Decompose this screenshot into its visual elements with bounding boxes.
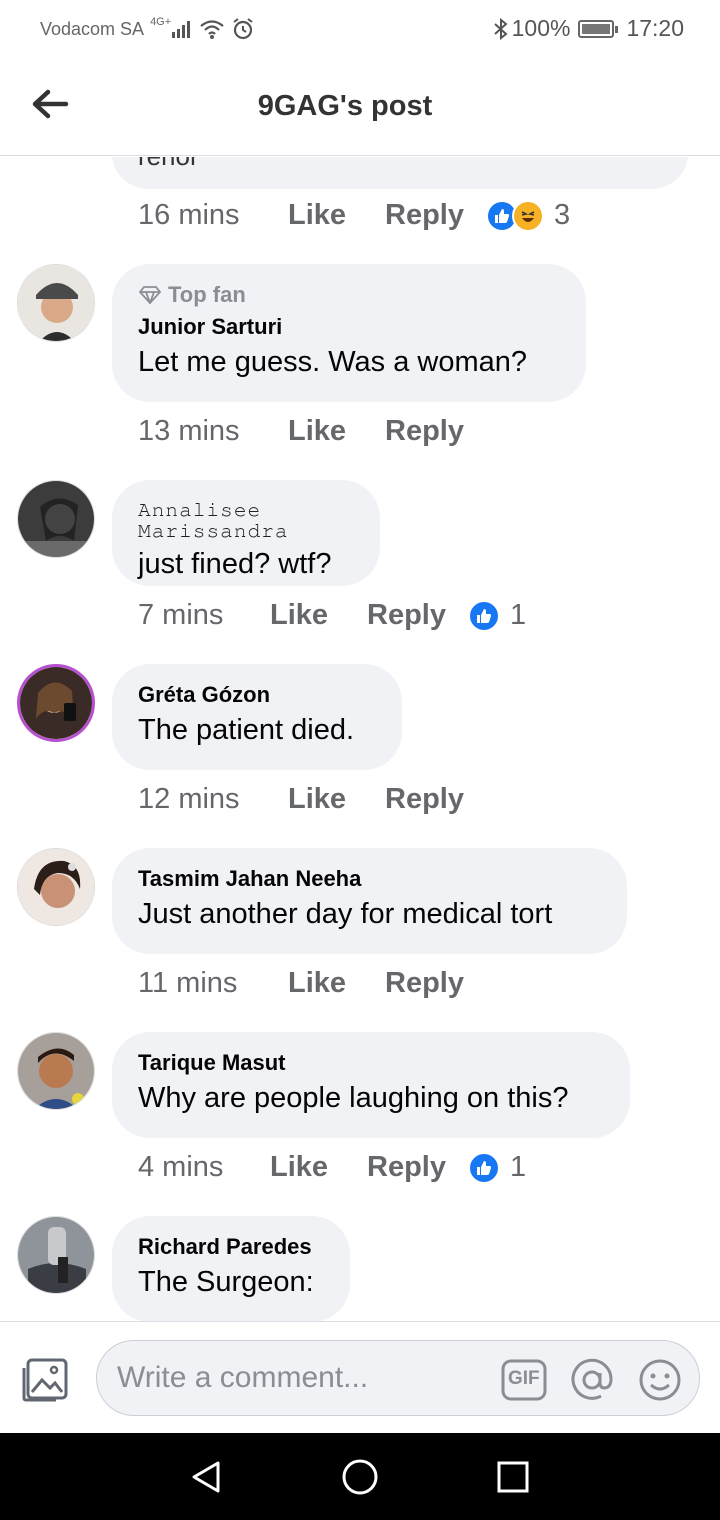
comment-time: 7 mins xyxy=(138,599,224,631)
commenter-name[interactable]: Richard Paredes xyxy=(138,1234,324,1260)
back-triangle-icon[interactable] xyxy=(186,1457,226,1497)
comment-time: 12 mins xyxy=(138,783,240,815)
comment-actions: 11 mins Like Reply xyxy=(138,967,486,1000)
comment-actions: 7 mins Like Reply 1 xyxy=(138,599,526,632)
comment-text: Let me guess. Was a woman? xyxy=(138,346,527,378)
commenter-name[interactable]: Junior Sarturi xyxy=(138,314,560,340)
avatar[interactable] xyxy=(17,1032,95,1110)
avatar[interactable] xyxy=(17,848,95,926)
mention-icon[interactable] xyxy=(569,1357,615,1403)
comment-bubble[interactable]: Tasmim Jahan Neeha Just another day for … xyxy=(112,848,627,954)
home-circle-icon[interactable] xyxy=(340,1457,380,1497)
comment-bubble[interactable]: Top fan Junior Sarturi Let me guess. Was… xyxy=(112,264,586,402)
like-reaction-icon xyxy=(467,599,500,632)
comment-time: 4 mins xyxy=(138,1151,224,1183)
comment-text: The patient died. xyxy=(138,714,355,746)
photo-icon[interactable] xyxy=(22,1356,70,1402)
like-reaction-icon xyxy=(467,1151,500,1184)
status-left: Vodacom SA 4G+ xyxy=(40,16,255,41)
comment-bubble[interactable]: 𝙰𝚗𝚗𝚊𝚕𝚒𝚜𝚎𝚎 𝙼𝚊𝚛𝚒𝚜𝚜𝚊𝚗𝚍𝚛𝚊 just fined? wtf? xyxy=(112,480,380,586)
comment-time: 16 mins xyxy=(138,199,240,231)
recents-square-icon[interactable] xyxy=(493,1457,533,1497)
like-button[interactable]: Like xyxy=(288,967,385,1000)
reaction-count: 1 xyxy=(509,599,527,631)
wifi-icon xyxy=(200,20,224,39)
comment-composer: Write a comment... GIF xyxy=(0,1321,720,1433)
badge-label: Top fan xyxy=(168,282,246,307)
comment-text: Just another day for medical tort xyxy=(138,898,553,930)
reaction-summary[interactable]: 1 xyxy=(467,599,527,632)
battery-icon xyxy=(578,19,619,38)
commenter-name[interactable]: Gréta Gózon xyxy=(138,682,376,708)
comment-placeholder: Write a comment... xyxy=(117,1361,369,1394)
clock: 17:20 xyxy=(626,15,684,41)
comment-actions: 16 mins Like Reply 3 xyxy=(138,199,570,232)
avatar[interactable] xyxy=(17,480,95,558)
avatar[interactable] xyxy=(17,264,95,342)
comment-actions: 4 mins Like Reply 1 xyxy=(138,1151,526,1184)
reply-button[interactable]: Reply xyxy=(385,967,464,1000)
reply-button[interactable]: Reply xyxy=(367,599,446,632)
comment-text: The Surgeon: xyxy=(138,1266,314,1298)
comment-time: 13 mins xyxy=(138,415,240,447)
reply-button[interactable]: Reply xyxy=(385,199,464,232)
like-button[interactable]: Like xyxy=(270,1151,367,1184)
battery-percent: 100% xyxy=(511,15,571,41)
haha-reaction-icon xyxy=(511,199,544,232)
gif-button[interactable]: GIF xyxy=(501,1357,547,1403)
reaction-summary[interactable]: 1 xyxy=(467,1151,527,1184)
comment-text: Why are people laughing on this? xyxy=(138,1082,569,1114)
carrier-name: Vodacom SA xyxy=(40,18,145,39)
alarm-icon xyxy=(233,18,253,40)
like-button[interactable]: Like xyxy=(288,783,385,816)
avatar[interactable] xyxy=(17,664,95,742)
comment-actions: 13 mins Like Reply xyxy=(138,415,486,448)
comment-time: 11 mins xyxy=(138,967,238,999)
gif-label: GIF xyxy=(508,1368,540,1389)
comment-text: just fined? wtf? xyxy=(138,548,332,580)
diamond-icon xyxy=(138,286,162,304)
comment-input[interactable]: Write a comment... GIF xyxy=(96,1340,700,1416)
system-nav-bar xyxy=(0,1433,720,1520)
emoji-icon[interactable] xyxy=(637,1357,683,1403)
avatar[interactable] xyxy=(17,1216,95,1294)
reaction-summary[interactable]: 3 xyxy=(485,199,571,232)
top-fan-badge: Top fan xyxy=(138,282,560,308)
status-bar: Vodacom SA 4G+ 100% 17:20 xyxy=(0,0,720,62)
commenter-name[interactable]: 𝙰𝚗𝚗𝚊𝚕𝚒𝚜𝚎𝚎 𝙼𝚊𝚛𝚒𝚜𝚜𝚊𝚗𝚍𝚛𝚊 xyxy=(138,500,354,542)
page-title: 9GAG's post xyxy=(257,90,433,122)
status-right: 100% 17:20 xyxy=(492,15,684,42)
like-button[interactable]: Like xyxy=(288,199,385,232)
reaction-count: 1 xyxy=(509,1151,527,1183)
commenter-name[interactable]: Tasmim Jahan Neeha xyxy=(138,866,601,892)
commenter-name[interactable]: Tarique Masut xyxy=(138,1050,604,1076)
like-button[interactable]: Like xyxy=(270,599,367,632)
reply-button[interactable]: Reply xyxy=(385,783,464,816)
top-app-bar: 9GAG's post xyxy=(0,62,720,156)
signal-icon xyxy=(172,21,191,38)
bluetooth-icon xyxy=(493,17,508,40)
reaction-count: 3 xyxy=(553,199,571,231)
comment-list[interactable]: rerior 16 mins Like Reply 3 Top xyxy=(0,157,720,1321)
comment-bubble[interactable]: Gréta Gózon The patient died. xyxy=(112,664,402,770)
comment-text: rerior xyxy=(138,157,662,172)
comment-bubble[interactable]: rerior xyxy=(112,157,688,189)
comment-bubble[interactable]: Tarique Masut Why are people laughing on… xyxy=(112,1032,630,1138)
reply-button[interactable]: Reply xyxy=(385,415,464,448)
like-button[interactable]: Like xyxy=(288,415,385,448)
comment-bubble[interactable]: Richard Paredes The Surgeon: xyxy=(112,1216,350,1321)
comment-actions: 12 mins Like Reply xyxy=(138,783,486,816)
network-type: 4G+ xyxy=(150,16,172,28)
reply-button[interactable]: Reply xyxy=(367,1151,446,1184)
